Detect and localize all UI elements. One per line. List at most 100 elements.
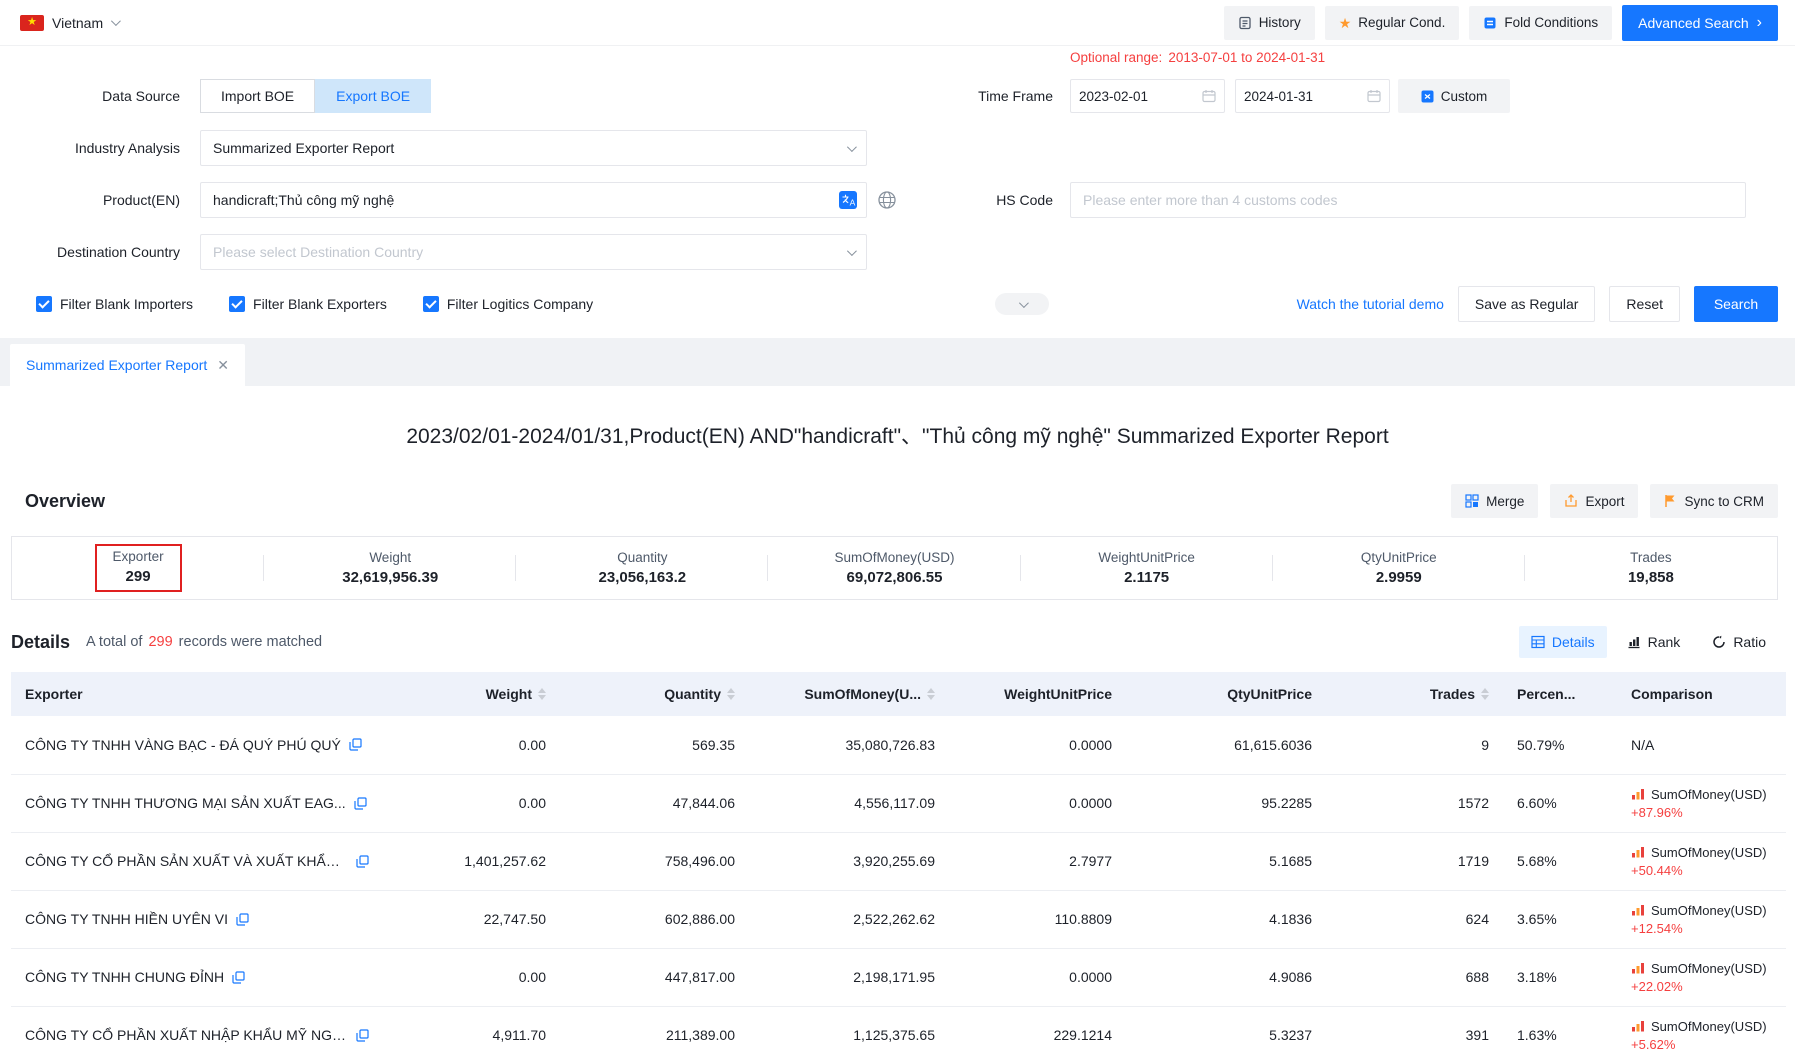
regular-cond-button[interactable]: ★ Regular Cond.: [1325, 6, 1460, 40]
table-row: CÔNG TY TNHH THƯƠNG MẠI SẢN XUẤT EAG... …: [11, 774, 1786, 832]
history-icon: [1238, 16, 1252, 30]
sum-cell: 2,522,262.62: [749, 890, 949, 948]
exporter-name[interactable]: CÔNG TY CỔ PHẦN SẢN XUẤT VÀ XUẤT KHẨU ..…: [25, 853, 348, 869]
weight-unit-price-cell: 110.8809: [949, 890, 1126, 948]
exporter-name[interactable]: CÔNG TY TNHH VÀNG BẠC - ĐÁ QUÝ PHÚ QUÝ: [25, 737, 341, 753]
weight-cell: 4,911.70: [383, 1006, 560, 1059]
expand-conditions-button[interactable]: [995, 293, 1049, 315]
trades-cell: 1572: [1326, 774, 1503, 832]
copy-icon[interactable]: [354, 797, 367, 810]
col-sum-of-money[interactable]: SumOfMoney(U...: [749, 672, 949, 716]
exporter-name[interactable]: CÔNG TY TNHH HIỀN UYÊN VI: [25, 911, 228, 927]
qty-unit-price-cell: 5.3237: [1126, 1006, 1326, 1059]
report-content: 2023/02/01-2024/01/31,Product(EN) AND"ha…: [0, 386, 1795, 1059]
sort-icon[interactable]: [1481, 688, 1489, 700]
history-button[interactable]: History: [1224, 6, 1315, 40]
exporter-name[interactable]: CÔNG TY TNHH THƯƠNG MẠI SẢN XUẤT EAG...: [25, 795, 346, 811]
col-weight[interactable]: Weight: [383, 672, 560, 716]
checkbox-checked-icon[interactable]: [229, 296, 245, 312]
export-boe-option[interactable]: Export BOE: [315, 79, 431, 113]
chevron-down-icon: [847, 142, 857, 152]
qty-unit-price-cell: 95.2285: [1126, 774, 1326, 832]
qty-unit-price-cell: 5.1685: [1126, 832, 1326, 890]
bar-chart-icon: [1631, 962, 1645, 974]
fold-conditions-button[interactable]: Fold Conditions: [1469, 6, 1612, 40]
advanced-search-button[interactable]: Advanced Search ›: [1622, 5, 1778, 41]
export-icon: [1564, 494, 1578, 508]
stat-trades: Trades 19,858: [1525, 550, 1777, 586]
comparison-cell: N/A: [1617, 716, 1786, 774]
percent-cell: 3.18%: [1503, 948, 1617, 1006]
sort-icon[interactable]: [727, 688, 735, 700]
red-highlight-box: Exporter 299: [95, 544, 182, 592]
weight-cell: 1,401,257.62: [383, 832, 560, 890]
sort-icon[interactable]: [538, 688, 546, 700]
end-date-input[interactable]: [1235, 79, 1390, 113]
qty-unit-price-cell: 4.9086: [1126, 948, 1326, 1006]
product-en-input[interactable]: A: [200, 182, 867, 218]
sum-cell: 2,198,171.95: [749, 948, 949, 1006]
tutorial-demo-link[interactable]: Watch the tutorial demo: [1297, 296, 1444, 312]
details-heading: Details: [11, 632, 70, 653]
copy-icon[interactable]: [232, 971, 245, 984]
matched-count: 299: [148, 634, 172, 650]
view-ratio-button[interactable]: Ratio: [1700, 626, 1778, 658]
country-selector[interactable]: ★ Vietnam: [20, 15, 118, 31]
comparison-cell: SumOfMoney(USD) +87.96%: [1617, 774, 1786, 832]
svg-text:A: A: [850, 198, 856, 208]
comparison-cell: SumOfMoney(USD) +22.02%: [1617, 948, 1786, 1006]
view-rank-button[interactable]: Rank: [1615, 626, 1693, 658]
export-button[interactable]: Export: [1550, 484, 1638, 518]
hs-code-input[interactable]: [1070, 182, 1746, 218]
filter-blank-importers-checkbox[interactable]: Filter Blank Importers: [36, 296, 193, 312]
comparison-change: +22.02%: [1631, 979, 1772, 994]
copy-icon[interactable]: [349, 738, 362, 751]
exporter-name[interactable]: CÔNG TY TNHH CHUNG ĐỈNH: [25, 969, 224, 985]
save-as-regular-button[interactable]: Save as Regular: [1458, 286, 1596, 322]
weight-unit-price-cell: 229.1214: [949, 1006, 1126, 1059]
reset-button[interactable]: Reset: [1609, 286, 1680, 322]
merge-button[interactable]: Merge: [1451, 484, 1538, 518]
col-trades[interactable]: Trades: [1326, 672, 1503, 716]
sync-to-crm-button[interactable]: Sync to CRM: [1650, 484, 1778, 518]
matched-records-text: A total of 299 records were matched: [86, 634, 322, 650]
globe-icon[interactable]: [877, 190, 897, 210]
percent-cell: 6.60%: [1503, 774, 1617, 832]
col-quantity[interactable]: Quantity: [560, 672, 749, 716]
weight-unit-price-cell: 0.0000: [949, 716, 1126, 774]
col-weight-unit-price: WeightUnitPrice: [949, 672, 1126, 716]
destination-country-select[interactable]: Please select Destination Country: [200, 234, 867, 270]
col-comparison: Comparison: [1617, 672, 1786, 716]
industry-analysis-select[interactable]: Summarized Exporter Report: [200, 130, 867, 166]
checkbox-checked-icon[interactable]: [423, 296, 439, 312]
search-button[interactable]: Search: [1694, 286, 1778, 322]
chevron-down-icon: [111, 16, 121, 26]
copy-icon[interactable]: [356, 855, 369, 868]
filter-logitics-company-checkbox[interactable]: Filter Logitics Company: [423, 296, 593, 312]
form-row-destination: Destination Country Please select Destin…: [0, 226, 1795, 278]
weight-unit-price-cell: 2.7977: [949, 832, 1126, 890]
import-boe-option[interactable]: Import BOE: [200, 79, 315, 113]
exporter-name[interactable]: CÔNG TY CỔ PHẦN XUẤT NHẬP KHẨU MỸ NGH...: [25, 1027, 348, 1043]
copy-icon[interactable]: [356, 1029, 369, 1042]
flag-icon: [1664, 494, 1677, 508]
translate-icon[interactable]: A: [838, 190, 858, 210]
close-icon[interactable]: ✕: [217, 357, 229, 374]
start-date-input[interactable]: [1070, 79, 1225, 113]
checkbox-checked-icon[interactable]: [36, 296, 52, 312]
destination-country-label: Destination Country: [0, 244, 180, 260]
view-details-button[interactable]: Details: [1519, 626, 1607, 658]
tab-summarized-exporter-report[interactable]: Summarized Exporter Report ✕: [10, 344, 245, 386]
overview-stats-bar: Exporter 299 Weight 32,619,956.39 Quanti…: [11, 536, 1778, 600]
table-row: CÔNG TY TNHH CHUNG ĐỈNH 0.00 447,817.00 …: [11, 948, 1786, 1006]
bar-chart-icon: [1631, 846, 1645, 858]
percent-cell: 1.63%: [1503, 1006, 1617, 1059]
filter-blank-exporters-checkbox[interactable]: Filter Blank Exporters: [229, 296, 387, 312]
fold-icon: [1483, 16, 1497, 30]
percent-cell: 3.65%: [1503, 890, 1617, 948]
sort-icon[interactable]: [927, 688, 935, 700]
copy-icon[interactable]: [236, 913, 249, 926]
custom-range-button[interactable]: Custom: [1398, 79, 1510, 113]
comparison-change: +50.44%: [1631, 863, 1772, 878]
form-row-data-source: Data Source Import BOE Export BOE Time F…: [0, 70, 1795, 122]
